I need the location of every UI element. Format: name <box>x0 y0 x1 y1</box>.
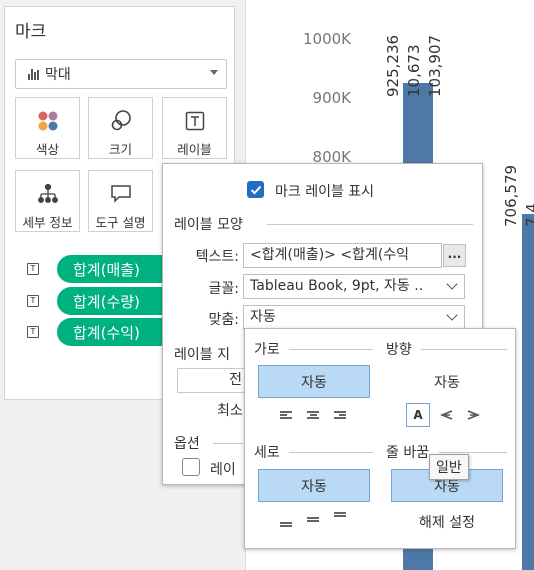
show-labels-text: 마크 레이블 표시 <box>275 184 375 200</box>
divider <box>289 349 373 350</box>
pill-sum-quantity[interactable]: 합계(수량) <box>57 287 177 315</box>
horizontal-title: 가로 <box>254 342 280 358</box>
size-button[interactable]: 크기 <box>88 97 153 159</box>
direction-horizontal-button[interactable]: A <box>406 403 430 427</box>
all-marks-option[interactable]: 전 <box>177 368 247 393</box>
marks-title: 마크 <box>15 22 47 42</box>
min-max-option[interactable]: 최소 <box>217 400 243 420</box>
unwrap-button[interactable]: 해제 설정 <box>391 509 503 535</box>
label-tile-label: 레이블 <box>177 142 212 157</box>
bar-2[interactable] <box>522 214 534 570</box>
color-label: 색상 <box>35 142 59 157</box>
color-icon <box>16 106 79 135</box>
rotate-down-icon[interactable] <box>466 409 480 421</box>
bar2-label-quantity: 7,4… <box>523 188 534 227</box>
option-checkbox-label: 레이 <box>210 462 236 478</box>
align-top-icon[interactable] <box>334 512 346 522</box>
color-button[interactable]: 색상 <box>15 97 80 159</box>
alignment-row-label: 맞춤: <box>208 312 239 328</box>
pill-row-profit[interactable]: T 합계(수익) <box>27 318 177 346</box>
text-type-icon: T <box>27 326 39 338</box>
detail-icon <box>16 179 79 208</box>
text-type-icon: T <box>27 263 39 275</box>
size-icon <box>89 106 152 135</box>
text-type-icon: T <box>27 295 39 307</box>
text-row-label: 텍스트: <box>195 249 239 265</box>
label-icon <box>163 106 226 135</box>
tooltip-label: 도구 설명 <box>95 215 146 230</box>
section-options: 옵션 <box>174 436 200 452</box>
horizontal-auto-button[interactable]: 자동 <box>258 365 370 398</box>
detail-label: 세부 정보 <box>22 215 73 230</box>
alignment-popup: 가로 방향 자동 자동 A 세로 줄 바꿈 자동 자동 해제 설정 일반 <box>244 328 516 549</box>
tooltip-button[interactable]: 도구 설명 <box>88 170 153 232</box>
bar1-label-sales: 925,236 <box>384 34 402 97</box>
axis-tick-900k: 900K <box>312 89 351 107</box>
wrap-title: 줄 바꿈 <box>386 445 430 461</box>
font-dropdown[interactable]: Tableau Book, 9pt, 자동 .. <box>243 274 465 299</box>
label-button[interactable]: 레이블 <box>162 97 227 159</box>
label-text-field[interactable]: <합계(매출)> <합계(수익 <box>243 243 442 268</box>
vertical-auto-button[interactable]: 자동 <box>258 469 370 502</box>
align-right-icon[interactable] <box>334 411 346 421</box>
edit-label-button[interactable]: ... <box>443 244 466 267</box>
align-center-icon[interactable] <box>307 411 319 421</box>
divider <box>267 224 473 225</box>
size-label: 크기 <box>108 142 132 157</box>
divider <box>213 443 243 444</box>
pill-sum-sales[interactable]: 합계(매출) <box>57 255 177 283</box>
divider <box>289 452 373 453</box>
align-bottom-icon[interactable] <box>280 517 292 527</box>
font-row-label: 글꼴: <box>208 281 239 297</box>
bar-chart-icon <box>28 68 39 80</box>
vertical-title: 세로 <box>254 445 280 461</box>
bar1-label-quantity: 10,673 <box>405 44 423 98</box>
divider <box>439 452 507 453</box>
show-labels-checkbox[interactable] <box>247 181 264 198</box>
section-label-appearance: 레이블 모양 <box>174 217 243 233</box>
align-left-icon[interactable] <box>280 411 292 421</box>
pill-sum-profit[interactable]: 합계(수익) <box>57 318 177 346</box>
section-marks-to-label: 레이블 지 <box>174 347 230 363</box>
align-middle-icon[interactable] <box>307 515 319 525</box>
alignment-dropdown[interactable]: 자동 <box>243 305 465 330</box>
option-checkbox[interactable] <box>182 458 200 476</box>
detail-button[interactable]: 세부 정보 <box>15 170 80 232</box>
rotate-up-icon[interactable] <box>440 409 454 421</box>
direction-auto-button[interactable]: 자동 <box>391 365 503 398</box>
tooltip-general: 일반 <box>429 454 469 480</box>
divider <box>421 349 507 350</box>
mark-type-value: 막대 <box>45 67 71 83</box>
bar1-label-profit: 103,907 <box>426 34 444 97</box>
direction-title: 방향 <box>386 342 412 358</box>
pill-row-quantity[interactable]: T 합계(수량) <box>27 287 177 315</box>
chevron-down-icon[interactable] <box>210 70 218 75</box>
mark-type-dropdown[interactable]: 막대 <box>15 59 227 89</box>
bar2-label-sales: 706,579 <box>502 164 520 227</box>
axis-tick-1000k: 1000K <box>302 30 351 48</box>
pill-row-sales[interactable]: T 합계(매출) <box>27 255 177 283</box>
tooltip-icon <box>89 179 152 208</box>
